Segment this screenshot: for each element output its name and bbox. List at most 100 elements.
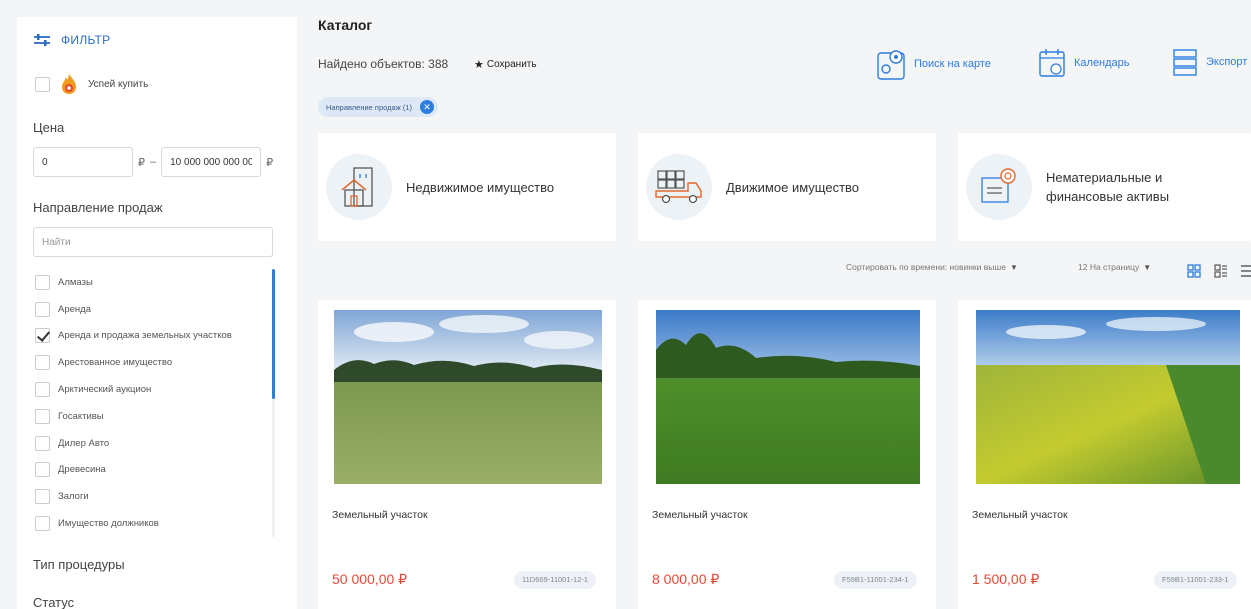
- listing-code-badge: F59B1-11001-234-1: [834, 571, 917, 589]
- listing-photo[interactable]: [976, 310, 1240, 484]
- direction-option[interactable]: Залоги: [35, 483, 271, 510]
- direction-option[interactable]: Древесина: [35, 457, 271, 484]
- grid-view-icon[interactable]: [1187, 264, 1201, 278]
- direction-option[interactable]: Дилер Авто: [35, 430, 271, 457]
- currency-sign: ₽: [138, 156, 145, 169]
- sort-dropdown[interactable]: Сортировать по времени: новинки выше ▼: [846, 262, 1018, 272]
- listing-code-badge: 11D669-11001-12-1: [514, 571, 597, 589]
- price-title: Цена: [33, 120, 65, 135]
- truck-icon: [646, 154, 712, 220]
- certificate-icon: [966, 154, 1032, 220]
- price-range: ₽ – ₽: [33, 147, 273, 177]
- direction-checkbox[interactable]: [35, 435, 50, 451]
- direction-checkbox[interactable]: [35, 489, 50, 505]
- category-label-line: Нематериальные и: [1046, 170, 1163, 185]
- save-label: Сохранить: [486, 59, 537, 70]
- hurry-label: Успей купить: [88, 78, 149, 90]
- sliders-icon: [34, 34, 50, 46]
- page-title: Каталог: [318, 17, 373, 33]
- direction-list: Алмазы Аренда Аренда и продажа земельных у…: [35, 269, 271, 537]
- scrollbar-thumb[interactable]: [272, 269, 275, 399]
- listing-title[interactable]: Земельный участок: [972, 509, 1068, 521]
- direction-label: Имущество должников: [58, 518, 159, 530]
- direction-checkbox[interactable]: [35, 516, 50, 532]
- listing-photo[interactable]: [656, 310, 920, 484]
- price-from-input[interactable]: [33, 147, 133, 177]
- status-title[interactable]: Статус: [33, 595, 74, 609]
- tile-list-view-icon[interactable]: [1214, 264, 1228, 278]
- fire-icon: [62, 74, 76, 94]
- save-search-button[interactable]: ★ Сохранить: [474, 58, 537, 71]
- building-icon: [326, 154, 392, 220]
- chevron-down-icon: ▼: [1009, 262, 1018, 272]
- listing-title[interactable]: Земельный участок: [332, 509, 428, 521]
- filter-toggle[interactable]: ФИЛЬТР: [33, 33, 110, 47]
- per-page-dropdown[interactable]: 12 На страницу ▼: [1078, 262, 1151, 272]
- calendar-label: Календарь: [1074, 57, 1130, 69]
- direction-option[interactable]: Арктический аукцион: [35, 376, 271, 403]
- direction-option[interactable]: Аренда: [35, 296, 271, 323]
- direction-option[interactable]: Имущество должников: [35, 510, 271, 537]
- filter-label: ФИЛЬТР: [61, 33, 111, 47]
- direction-label: Госактивы: [58, 410, 104, 422]
- active-filter-chip: Направление продаж (1) ✕: [318, 97, 438, 117]
- direction-label: Аренда и продажа земельных участков: [58, 330, 232, 342]
- listing-price: 50 000,00 ₽: [332, 571, 408, 587]
- direction-label: Арктический аукцион: [58, 384, 152, 396]
- listing-price: 8 000,00 ₽: [652, 571, 720, 587]
- listing-card[interactable]: Земельный участок 1 500,00 ₽ F59B1-11001…: [958, 300, 1251, 609]
- star-icon: ★: [474, 59, 484, 71]
- calendar-icon: [1039, 49, 1065, 77]
- direction-checkbox[interactable]: [35, 408, 50, 424]
- direction-checkbox[interactable]: [35, 462, 50, 478]
- direction-search-input[interactable]: [33, 227, 273, 257]
- direction-label: Алмазы: [58, 276, 93, 288]
- export-list-icon: [1173, 49, 1197, 76]
- procedure-title[interactable]: Тип процедуры: [33, 557, 125, 572]
- listing-code-badge: F59B1-11001-233-1: [1154, 571, 1237, 589]
- direction-label: Аренда: [58, 303, 91, 315]
- direction-title: Направление продаж: [33, 200, 163, 215]
- direction-checkbox[interactable]: [35, 382, 50, 398]
- category-movable[interactable]: Движимое имущество: [638, 133, 936, 241]
- close-icon[interactable]: ✕: [420, 100, 434, 114]
- listing-card[interactable]: Земельный участок 8 000,00 ₽ F59B1-11001…: [638, 300, 936, 609]
- calendar-button[interactable]: Календарь: [1038, 47, 1130, 79]
- direction-scrollbar[interactable]: [272, 269, 275, 537]
- category-intangible[interactable]: Нематериальные и финансовые активы: [958, 133, 1251, 241]
- per-page-label: 12 На страницу: [1078, 262, 1140, 272]
- listing-title[interactable]: Земельный участок: [652, 509, 748, 521]
- category-label-line: финансовые активы: [1046, 189, 1170, 204]
- direction-checkbox[interactable]: [35, 301, 50, 317]
- map-search-button[interactable]: Поиск на карте: [876, 47, 991, 81]
- direction-option[interactable]: Аренда и продажа земельных участков: [35, 323, 271, 350]
- hurry-checkbox[interactable]: [35, 76, 50, 92]
- price-dash: –: [150, 156, 157, 168]
- currency-sign: ₽: [266, 156, 274, 169]
- map-search-label: Поиск на карте: [914, 58, 991, 70]
- filter-sidebar: ФИЛЬТР Успей купить Цена ₽ – ₽ Направлен…: [17, 17, 297, 609]
- price-to-input[interactable]: [161, 147, 262, 177]
- chip-label: Направление продаж (1): [326, 102, 412, 112]
- listing-price: 1 500,00 ₽: [972, 571, 1040, 587]
- listing-card[interactable]: Земельный участок 50 000,00 ₽ 11D669-110…: [318, 300, 616, 609]
- list-view-icon[interactable]: [1240, 264, 1251, 278]
- direction-label: Арестованное имущество: [58, 357, 173, 369]
- direction-label: Залоги: [58, 491, 89, 503]
- direction-option[interactable]: Арестованное имущество: [35, 349, 271, 376]
- direction-checkbox[interactable]: [35, 355, 50, 371]
- export-label: Экспорт: [1206, 56, 1248, 68]
- direction-checkbox[interactable]: [35, 328, 50, 344]
- hurry-checkbox-row[interactable]: Успей купить: [35, 73, 148, 95]
- direction-option[interactable]: Алмазы: [35, 269, 271, 296]
- export-button[interactable]: Экспорт: [1172, 47, 1247, 77]
- direction-label: Дилер Авто: [58, 437, 110, 449]
- listing-photo[interactable]: [334, 310, 602, 484]
- direction-option[interactable]: Госактивы: [35, 403, 271, 430]
- direction-checkbox[interactable]: [35, 274, 50, 290]
- found-count: Найдено объектов: 388: [318, 57, 449, 71]
- category-label: Недвижимое имущество: [406, 179, 555, 195]
- map-pin-icon: [877, 50, 905, 80]
- category-label: Движимое имущество: [726, 179, 860, 195]
- category-real-estate[interactable]: Недвижимое имущество: [318, 133, 616, 241]
